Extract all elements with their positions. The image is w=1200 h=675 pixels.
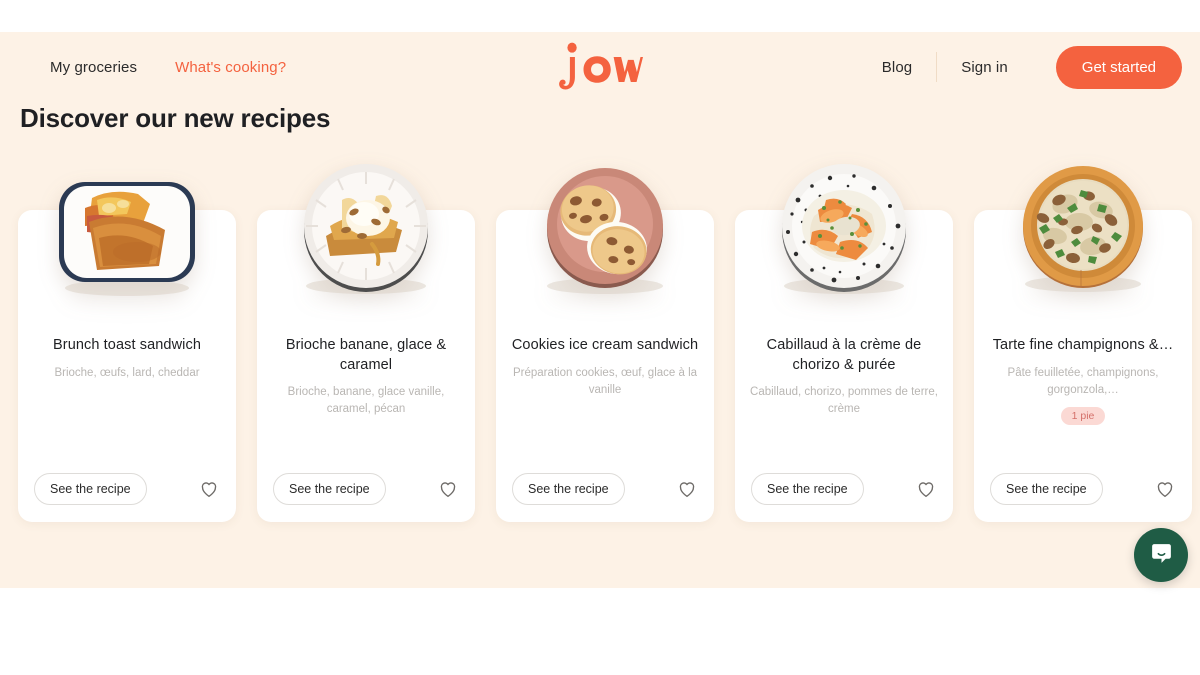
site-header: My groceries What's cooking? jow Blog	[0, 32, 1200, 102]
page-root: My groceries What's cooking? jow Blog	[0, 0, 1200, 675]
nav-whats-cooking[interactable]: What's cooking?	[175, 59, 286, 76]
recipe-title: Brunch toast sandwich	[53, 337, 201, 353]
recipe-title: Cabillaud à la crème de chorizo & purée	[766, 337, 922, 373]
nav-sign-in[interactable]: Sign in	[961, 59, 1008, 76]
jow-logo[interactable]	[557, 41, 643, 93]
card-footer: See the recipe	[974, 456, 1192, 522]
recipe-title: Brioche banane, glace & caramel	[285, 337, 447, 373]
brunch-toast-sandwich-photo	[33, 155, 221, 305]
card-footer: See the recipe	[735, 456, 953, 522]
message-bubble-icon	[1149, 540, 1174, 570]
cookies-ice-cream-sandwich-photo	[511, 155, 699, 305]
recipe-title: Cookies ice cream sandwich	[511, 337, 699, 353]
favorite-heart-icon[interactable]	[1154, 478, 1176, 500]
see-the-recipe-button[interactable]: See the recipe	[273, 473, 386, 505]
favorite-heart-icon[interactable]	[437, 478, 459, 500]
tarte-fine-champignons-photo	[989, 155, 1177, 305]
recipe-card-list: Brunch toast sandwich Brioche, œufs, lar…	[18, 164, 1192, 522]
nav-divider	[936, 52, 938, 82]
recipe-card[interactable]: Brunch toast sandwich Brioche, œufs, lar…	[18, 182, 236, 522]
recipe-card[interactable]: Cookies ice cream sandwich Préparation c…	[496, 168, 714, 522]
page-title: Discover our new recipes	[20, 103, 331, 133]
card-footer: See the recipe	[18, 456, 236, 522]
favorite-heart-icon[interactable]	[198, 478, 220, 500]
card-footer: See the recipe	[257, 456, 475, 522]
recipe-ingredients: Préparation cookies, œuf, glace à la van…	[512, 366, 698, 396]
nav-my-groceries[interactable]: My groceries	[50, 59, 137, 76]
recipe-card[interactable]: Brioche banane, glace & caramel Brioche,…	[257, 164, 475, 522]
see-the-recipe-button[interactable]: See the recipe	[751, 473, 864, 505]
favorite-heart-icon[interactable]	[676, 478, 698, 500]
card-footer: See the recipe	[496, 456, 714, 522]
recipe-title: Tarte fine champignons &…	[992, 337, 1174, 353]
chat-launcher-button[interactable]	[1134, 528, 1188, 582]
recipe-card[interactable]: Tarte fine champignons &… Pâte feuilleté…	[974, 166, 1192, 522]
see-the-recipe-button[interactable]: See the recipe	[512, 473, 625, 505]
brioche-banane-glace-caramel-photo	[272, 155, 460, 305]
recipe-ingredients: Pâte feuilletée, champignons, gorgonzola…	[1007, 366, 1159, 396]
recipe-ingredients: Brioche, banane, glace vanille, caramel,…	[287, 386, 445, 416]
recipe-ingredients: Cabillaud, chorizo, pommes de terre, crè…	[750, 386, 938, 416]
see-the-recipe-button[interactable]: See the recipe	[34, 473, 147, 505]
favorite-heart-icon[interactable]	[915, 478, 937, 500]
recipe-ingredients: Brioche, œufs, lard, cheddar	[54, 366, 200, 379]
cabillaud-creme-chorizo-puree-photo	[750, 155, 938, 305]
recipe-card[interactable]: Cabillaud à la crème de chorizo & purée …	[735, 164, 953, 522]
secondary-navigation: Blog Sign in Get started	[858, 45, 1182, 89]
status-badge: 1 pie	[1060, 407, 1106, 426]
nav-blog[interactable]: Blog	[882, 59, 912, 76]
get-started-button[interactable]: Get started	[1055, 45, 1182, 89]
primary-navigation: My groceries What's cooking?	[50, 59, 286, 76]
see-the-recipe-button[interactable]: See the recipe	[990, 473, 1103, 505]
